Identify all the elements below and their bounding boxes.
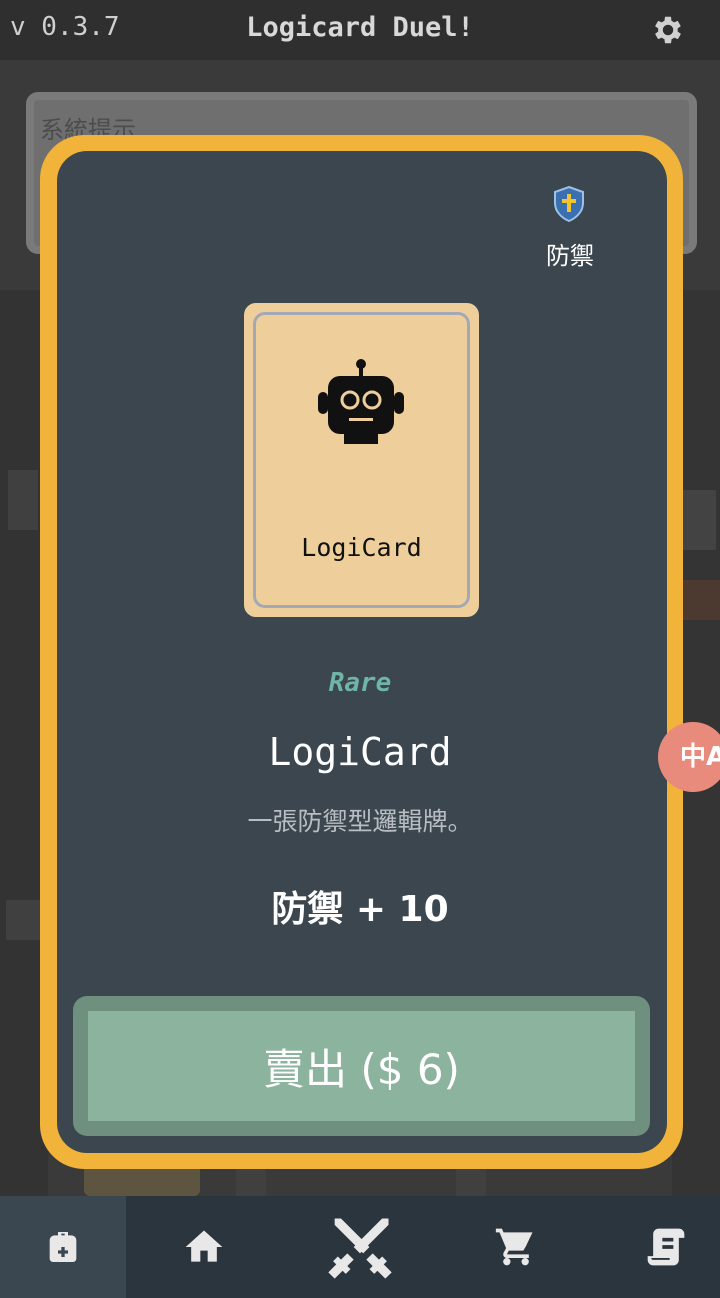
- card-type-label: 防禦: [546, 242, 594, 270]
- nav-item-shop[interactable]: [456, 1196, 576, 1298]
- app-title: Logicard Duel!: [246, 12, 474, 43]
- gear-icon[interactable]: [650, 12, 686, 48]
- crossed-swords-icon: [328, 1218, 392, 1279]
- card-title: LogiCard: [268, 730, 452, 774]
- card-preview-name: LogiCard: [301, 533, 422, 562]
- backpack-icon: [49, 1232, 77, 1262]
- card-effect: 防禦 + 10: [271, 889, 449, 930]
- scroll-icon: [647, 1228, 685, 1266]
- home-icon: [185, 1230, 223, 1262]
- shield-cross-icon: [554, 186, 584, 222]
- translate-icon: 中A: [680, 742, 720, 772]
- card-description: 一張防禦型邏輯牌。: [247, 807, 473, 836]
- bottom-nav: [0, 1196, 720, 1298]
- card-rarity: Rare: [328, 668, 392, 698]
- nav-item-battle[interactable]: [300, 1196, 420, 1298]
- card-frame: [253, 312, 470, 608]
- top-bar: v 0.3.7 Logicard Duel!: [0, 0, 720, 60]
- translate-button[interactable]: 中A: [658, 722, 720, 792]
- nav-item-records[interactable]: [612, 1196, 720, 1298]
- nav-item-backpack[interactable]: [0, 1196, 126, 1298]
- nav-item-home[interactable]: [144, 1196, 264, 1298]
- cart-icon: [495, 1228, 533, 1266]
- sell-button[interactable]: 賣出 ($ 6): [88, 1011, 635, 1121]
- robot-icon: [318, 359, 404, 444]
